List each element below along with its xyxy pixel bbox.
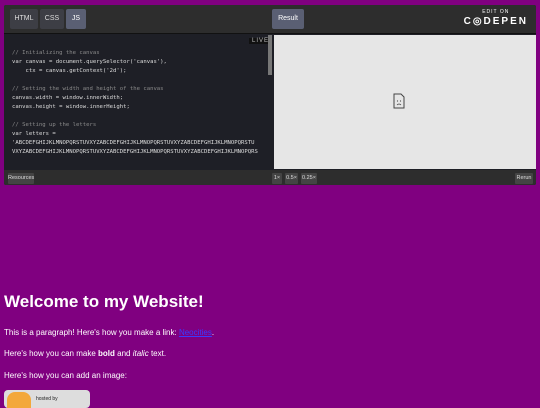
paragraph-image: Here's how you can add an image: xyxy=(4,371,127,380)
zoom-05x-button[interactable]: 0.5× xyxy=(285,173,298,184)
cat-mascot-icon xyxy=(7,392,31,408)
code-line: canvas.width = window.innerWidth; xyxy=(12,95,124,101)
code-line: VXYZABCDEFGHIJKLMNOPQRSTUVXYZABCDEFGHIJK… xyxy=(12,149,258,155)
paragraph-text: This is a paragraph! Here's how you make… xyxy=(4,328,179,337)
code-line: // Initializing the canvas xyxy=(12,50,100,56)
tab-css[interactable]: CSS xyxy=(40,9,64,29)
codepen-wordmark: C◎DEPEN xyxy=(463,16,528,27)
code-line: 'ABCDEFGHIJKLMNOPQRSTUVXYZABCDEFGHIJKLMN… xyxy=(12,140,255,146)
broken-file-icon xyxy=(393,93,405,109)
rerun-button[interactable]: Rerun xyxy=(515,173,533,184)
zoom-1x-button[interactable]: 1× xyxy=(272,173,282,184)
zoom-025x-button[interactable]: 0.25× xyxy=(301,173,317,184)
hosted-by-image: hosted by xyxy=(4,390,90,408)
and-text: and xyxy=(114,349,133,358)
resources-button[interactable]: Resources xyxy=(8,173,34,184)
tab-html[interactable]: HTML xyxy=(10,9,38,29)
page-heading: Welcome to my Website! xyxy=(4,292,204,311)
code-line: canvas.height = window.innerHeight; xyxy=(12,104,130,110)
text-suffix: text. xyxy=(148,349,167,358)
code-line: var canvas = document.querySelector('can… xyxy=(12,59,167,65)
paragraph-link: This is a paragraph! Here's how you make… xyxy=(4,327,214,338)
tab-result[interactable]: Result xyxy=(272,9,304,29)
italic-text: italic xyxy=(132,349,149,358)
neocities-link[interactable]: Neocities xyxy=(179,328,212,337)
paragraph-bold-italic: Here's how you can make bold and italic … xyxy=(4,348,166,359)
code-line: ctx = canvas.getContext('2d'); xyxy=(12,68,127,74)
codepen-logo[interactable]: EDIT ON C◎DEPEN xyxy=(464,9,528,27)
edit-on-label: EDIT ON xyxy=(482,9,510,15)
code-line: // Setting up the letters xyxy=(12,122,97,128)
hosted-by-caption: hosted by xyxy=(36,396,58,402)
embed-bottom-bar: Resources 1× 0.5× 0.25× Rerun xyxy=(4,170,536,185)
embed-toolbar: HTML CSS JS Result EDIT ON C◎DEPEN xyxy=(4,5,536,34)
website-content: Welcome to my Website! This is a paragra… xyxy=(4,291,534,408)
bold-text: bold xyxy=(98,349,115,358)
codepen-embed: HTML CSS JS Result EDIT ON C◎DEPEN // In… xyxy=(4,5,536,185)
result-preview xyxy=(274,35,536,169)
code-editor[interactable]: // Initializing the canvas var canvas = d… xyxy=(4,35,268,169)
code-line: var letters = xyxy=(12,131,56,137)
editor-scrollbar[interactable] xyxy=(268,35,272,75)
bold-intro-text: Here's how you can make xyxy=(4,349,99,358)
paragraph-punct: . xyxy=(211,328,215,337)
tab-js[interactable]: JS xyxy=(66,9,86,29)
code-line: // Setting the width and height of the c… xyxy=(12,86,164,92)
